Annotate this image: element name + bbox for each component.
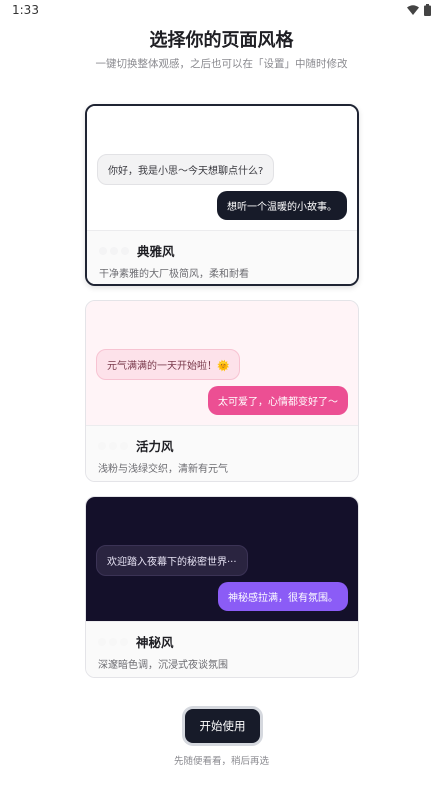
style-name: 神秘风 — [136, 635, 174, 650]
style-preview: 你好，我是小思～今天想聊点什么? 想听一个温暖的小故事。 — [87, 106, 357, 230]
bot-message-bubble: 你好，我是小思～今天想聊点什么? — [97, 154, 275, 185]
bot-message-bubble: 欢迎踏入夜幕下的秘密世界··· — [96, 545, 248, 576]
status-bar: 1:33 — [0, 0, 443, 22]
style-name: 活力风 — [136, 439, 174, 454]
palette-swatch-icon — [98, 635, 130, 649]
style-description: 浅粉与浅绿交织，清新有元气 — [98, 464, 228, 475]
style-preview: 元气满满的一天开始啦！🌞 太可爱了，心情都变好了〜 — [86, 301, 358, 425]
style-info: 活力风 浅粉与浅绿交织，清新有元气 — [86, 425, 358, 481]
style-card-vibrant[interactable]: 元气满满的一天开始啦！🌞 太可爱了，心情都变好了〜 活力风 浅粉与浅绿交织，清新… — [85, 300, 359, 482]
wifi-icon — [407, 5, 419, 15]
skip-link[interactable]: 先随便看看，稍后再选 — [0, 753, 443, 767]
style-card-mystery[interactable]: 欢迎踏入夜幕下的秘密世界··· 神秘感拉满，很有氛围。 神秘风 深邃暗色调，沉浸… — [85, 496, 359, 678]
style-card-classic[interactable]: 你好，我是小思～今天想聊点什么? 想听一个温暖的小故事。 典雅风 干净素雅的大厂… — [85, 104, 359, 286]
start-button[interactable]: 开始使用 — [185, 709, 260, 743]
user-message-bubble: 太可爱了，心情都变好了〜 — [208, 386, 348, 415]
style-info: 典雅风 干净素雅的大厂极简风，柔和耐看 — [87, 230, 357, 284]
user-message-bubble: 神秘感拉满，很有氛围。 — [218, 582, 348, 611]
page-title: 选择你的页面风格 — [149, 30, 294, 51]
battery-icon — [424, 4, 431, 16]
style-description: 深邃暗色调，沉浸式夜谈氛围 — [98, 660, 228, 671]
palette-swatch-icon — [99, 244, 131, 258]
status-time: 1:33 — [12, 3, 39, 17]
bot-message-bubble: 元气满满的一天开始啦！🌞 — [96, 349, 241, 380]
style-name: 典雅风 — [137, 244, 175, 259]
style-info: 神秘风 深邃暗色调，沉浸式夜谈氛围 — [86, 621, 358, 677]
page-subtitle: 一键切换整体观感，之后也可以在「设置」中随时修改 — [95, 58, 348, 70]
status-icons — [407, 4, 431, 16]
user-message-bubble: 想听一个温暖的小故事。 — [217, 191, 347, 220]
style-description: 干净素雅的大厂极简风，柔和耐看 — [99, 269, 249, 280]
palette-swatch-icon — [98, 439, 130, 453]
style-preview: 欢迎踏入夜幕下的秘密世界··· 神秘感拉满，很有氛围。 — [86, 497, 358, 621]
